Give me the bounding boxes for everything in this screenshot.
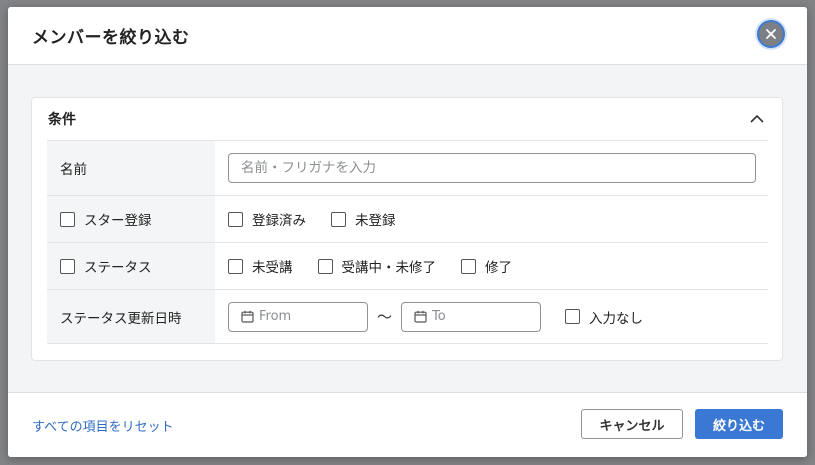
status-completed-label: 修了 xyxy=(485,260,512,276)
close-icon xyxy=(766,29,776,39)
date-from-placeholder: From xyxy=(259,309,292,324)
conditions-table: 名前 スター登録 登録済み 未登録 xyxy=(47,140,768,344)
status-updated-label: ステータス更新日時 xyxy=(47,290,215,343)
star-unregistered-checkbox[interactable] xyxy=(331,211,346,227)
status-completed-option[interactable]: 修了 xyxy=(461,256,512,276)
status-row: ステータス 未受講 受講中・未修了 修了 xyxy=(47,242,768,289)
status-label: ステータス xyxy=(84,260,152,276)
star-row: スター登録 登録済み 未登録 xyxy=(47,195,768,242)
reset-all-link[interactable]: すべての項目をリセット xyxy=(32,416,174,435)
name-search-input[interactable] xyxy=(228,153,756,183)
no-input-checkbox[interactable] xyxy=(565,309,581,324)
filter-members-dialog: メンバーを絞り込む 条件 名前 名前・フリガナを入力 スター登録 登録済み 未登… xyxy=(8,7,807,457)
no-input-label: 入力なし xyxy=(589,310,644,327)
star-registered-option[interactable]: 登録済み xyxy=(228,209,306,229)
date-range-separator: ～ xyxy=(377,308,393,326)
star-unregistered-option[interactable]: 未登録 xyxy=(331,209,396,229)
date-to-placeholder: To xyxy=(432,309,446,324)
star-registered-checkbox[interactable] xyxy=(228,211,243,227)
conditions-title: 条件 xyxy=(48,112,76,128)
dialog-footer: すべての項目をリセット キャンセル 絞り込む xyxy=(8,392,807,457)
dialog-title: メンバーを絞り込む xyxy=(32,28,190,48)
status-updated-row: ステータス更新日時 From ～ To 入力なし xyxy=(47,289,768,344)
conditions-header[interactable]: 条件 xyxy=(32,98,782,140)
star-label: スター登録 xyxy=(84,213,152,229)
chevron-up-icon[interactable] xyxy=(748,110,766,128)
status-completed-checkbox[interactable] xyxy=(461,258,476,274)
conditions-panel: 条件 名前 スター登録 xyxy=(31,97,783,361)
dialog-header: メンバーを絞り込む xyxy=(8,7,807,65)
star-all-checkbox[interactable] xyxy=(60,211,75,227)
name-label: 名前 xyxy=(47,141,215,195)
status-not-attended-label: 未受講 xyxy=(252,260,293,276)
date-to-input[interactable]: To xyxy=(401,301,542,332)
calendar-icon xyxy=(241,310,254,323)
status-not-attended-option[interactable]: 未受講 xyxy=(228,256,293,276)
apply-filter-button[interactable]: 絞り込む xyxy=(695,409,783,439)
star-unregistered-label: 未登録 xyxy=(355,213,396,229)
cancel-button[interactable]: キャンセル xyxy=(581,409,683,439)
date-from-input[interactable]: From xyxy=(228,301,368,332)
no-input-option[interactable]: 入力なし xyxy=(565,307,643,327)
star-registered-label: 登録済み xyxy=(252,213,306,229)
name-row: 名前 xyxy=(47,140,768,195)
calendar-icon xyxy=(414,310,427,323)
status-in-progress-option[interactable]: 受講中・未修了 xyxy=(317,256,437,276)
status-not-attended-checkbox[interactable] xyxy=(228,258,243,274)
status-all-checkbox[interactable] xyxy=(60,258,75,274)
close-button[interactable] xyxy=(757,20,785,48)
status-in-progress-checkbox[interactable] xyxy=(317,258,333,274)
status-in-progress-label: 受講中・未修了 xyxy=(341,260,437,276)
